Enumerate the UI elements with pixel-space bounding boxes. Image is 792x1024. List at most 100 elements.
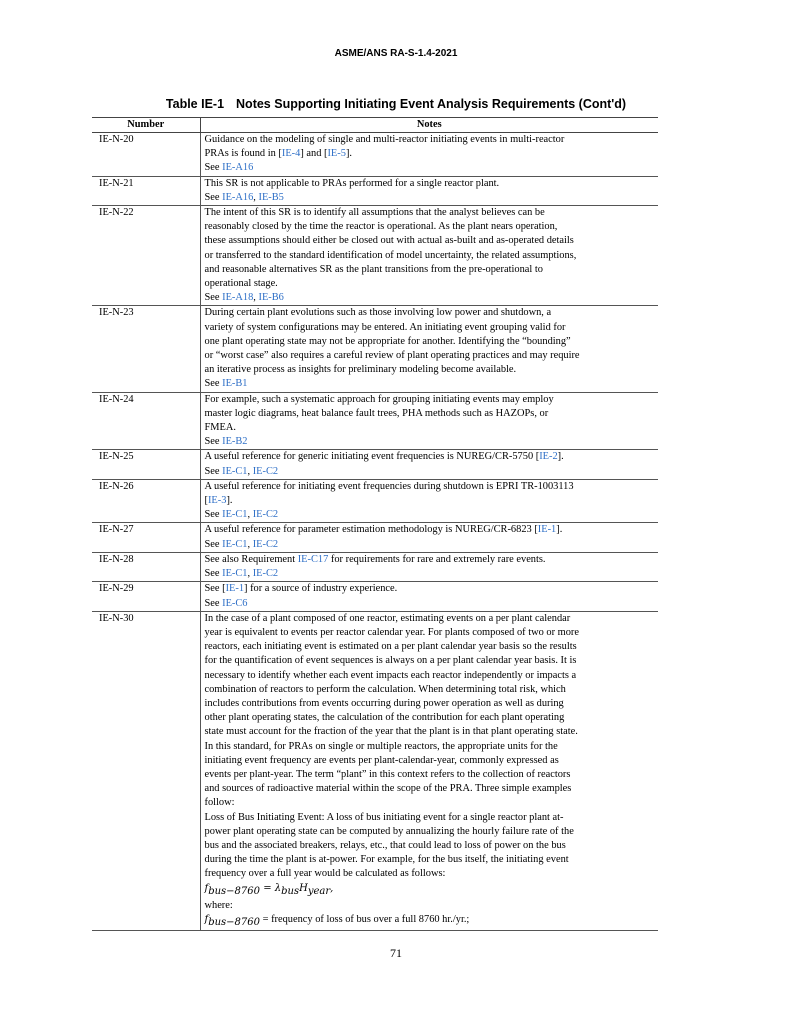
note-line: and reasonable alternatives SR as the pl… <box>204 263 543 275</box>
note-line: See IE-C6 <box>205 597 657 611</box>
cross-reference-link[interactable]: IE-A18 <box>222 292 253 303</box>
cross-reference-link[interactable]: IE-C2 <box>253 539 278 550</box>
note-line: during the time the plant is at-power. F… <box>204 854 569 866</box>
note-text-segment: See <box>204 292 223 304</box>
table-row: IE-N-27 A useful reference for parameter … <box>92 522 658 553</box>
cross-reference-link[interactable]: IE-C6 <box>222 598 247 609</box>
note-line: initiating event frequency are events pe… <box>204 754 559 766</box>
note-text-segment: ] for a source of industry experience. <box>244 583 398 595</box>
note-line: frequency over a full year would be calc… <box>204 868 446 880</box>
note-line: or “worst case” also requires a careful … <box>204 350 580 362</box>
note-number: IE-N-25 <box>92 449 201 480</box>
table-label: Table IE-1 <box>165 97 225 111</box>
note-line: [IE-3]. <box>205 494 657 508</box>
note-line: combination of reactors to perform the c… <box>204 683 566 695</box>
note-line: fbus−8760 = frequency of loss of bus ove… <box>205 913 657 930</box>
note-line: reactors, each initiating event is estim… <box>204 641 577 653</box>
note-line: See IE-A16, IE-B5 <box>205 191 657 205</box>
cross-reference-link[interactable]: IE-2 <box>539 451 557 462</box>
note-line: PRAs is found in [IE-4] and [IE-5]. <box>205 147 657 161</box>
note-text-segment: See <box>204 509 223 521</box>
cross-reference-link[interactable]: IE-1 <box>226 583 244 594</box>
table-row: IE-N-26 A useful reference for initiating… <box>92 479 658 524</box>
cross-reference-link[interactable]: IE-C2 <box>253 466 278 477</box>
note-number: IE-N-23 <box>92 305 201 393</box>
note-line: See [IE-1] for a source of industry expe… <box>205 582 657 596</box>
note-text-segment: ]. <box>556 524 563 536</box>
note-line: This SR is not applicable to PRAs perfor… <box>204 177 500 189</box>
cross-reference-link[interactable]: IE-B2 <box>222 436 247 447</box>
note-text: For example, such a systematic approach … <box>200 392 658 451</box>
note-line: for the quantification of event sequence… <box>204 655 577 667</box>
cross-reference-link[interactable]: IE-C17 <box>298 554 329 565</box>
table-row: IE-N-28 See also Requirement IE-C17 for r… <box>92 552 658 583</box>
note-line: See IE-A18, IE-B6 <box>205 291 657 305</box>
cross-reference-link[interactable]: IE-B6 <box>258 292 283 303</box>
note-line: necessary to identify whether each event… <box>204 669 577 681</box>
table-row: IE-N-21 This SR is not applicable to PRAs… <box>92 176 658 207</box>
note-text: A useful reference for generic initiatin… <box>200 449 658 480</box>
cross-reference-link[interactable]: IE-C1 <box>222 568 247 579</box>
notes-table: Number Notes IE-N-20 Guidance on the mode… <box>92 117 658 932</box>
note-line: includes contributions from events occur… <box>204 697 564 709</box>
note-line: For example, such a systematic approach … <box>204 393 554 405</box>
note-text-segment: See <box>204 436 223 448</box>
note-line: See also Requirement IE-C17 for requirem… <box>205 553 657 567</box>
note-line: and sources of radioactive material with… <box>204 783 572 795</box>
note-number: IE-N-21 <box>92 176 201 207</box>
note-text-segment: See <box>204 465 223 477</box>
cross-reference-link[interactable]: IE-A16 <box>222 162 253 173</box>
cross-reference-link[interactable]: IE-4 <box>282 148 300 159</box>
column-header-notes: Notes <box>200 117 658 133</box>
note-line: See IE-A16 <box>205 161 657 175</box>
cross-reference-link[interactable]: IE-C2 <box>253 568 278 579</box>
math-symbol: H <box>299 882 308 894</box>
note-text-segment: for requirements for rare and extremely … <box>328 553 546 565</box>
note-line: fbus−8760 = λbusHyear, <box>205 882 657 899</box>
note-line: year is equivalent to events per reactor… <box>204 626 580 638</box>
cross-reference-link[interactable]: IE-C1 <box>222 466 247 477</box>
note-text-segment: See [ <box>204 583 226 595</box>
note-text: In the case of a plant composed of one r… <box>200 611 658 932</box>
note-line: these assumptions should either be close… <box>204 235 574 247</box>
note-line: In the case of a plant composed of one r… <box>204 612 571 624</box>
math-subscript: year <box>307 885 331 897</box>
math-symbol: , <box>330 882 334 894</box>
note-line: See IE-C1, IE-C2 <box>205 508 657 522</box>
note-text: A useful reference for initiating event … <box>200 479 658 524</box>
note-text-segment: PRAs is found in [ <box>204 148 282 160</box>
note-text-segment: ]. <box>557 451 564 463</box>
note-number: IE-N-27 <box>92 522 201 553</box>
note-line: See IE-B2 <box>205 435 657 449</box>
note-number: IE-N-22 <box>92 205 201 307</box>
cross-reference-link[interactable]: IE-A16 <box>222 192 253 203</box>
table-row: IE-N-23 During certain plant evolutions s… <box>92 305 658 393</box>
table-row: IE-N-29 See [IE-1] for a source of indust… <box>92 581 658 612</box>
cross-reference-link[interactable]: IE-5 <box>327 148 345 159</box>
note-line: See IE-C1, IE-C2 <box>205 538 657 552</box>
cross-reference-link[interactable]: IE-3 <box>208 495 226 506</box>
note-line: operational stage. <box>204 278 278 290</box>
note-line: reasonably closed by the time the reacto… <box>204 221 558 233</box>
note-line: See IE-C1, IE-C2 <box>205 465 657 479</box>
table-body: IE-N-20 Guidance on the modeling of singl… <box>92 132 658 932</box>
cross-reference-link[interactable]: IE-1 <box>538 524 556 535</box>
note-text-segment: See <box>204 191 223 203</box>
cross-reference-link[interactable]: IE-C1 <box>222 509 247 520</box>
page-number: 71 <box>390 946 402 960</box>
table-title: Table IE-1 Notes Supporting Initiating Ev… <box>0 97 792 111</box>
note-text-segment: See <box>204 378 223 390</box>
note-line: power plant operating state can be compu… <box>204 825 574 837</box>
cross-reference-link[interactable]: IE-C1 <box>222 539 247 550</box>
math-subscript: bus−8760 <box>208 917 261 929</box>
cross-reference-link[interactable]: IE-B5 <box>258 192 283 203</box>
cross-reference-link[interactable]: IE-C2 <box>253 509 278 520</box>
cross-reference-link[interactable]: IE-B1 <box>222 378 247 389</box>
note-number: IE-N-28 <box>92 552 201 583</box>
note-line: one plant operating state may not be app… <box>204 335 571 347</box>
note-line: an iterative process as insights for pre… <box>204 364 517 376</box>
table-row: IE-N-24 For example, such a systematic ap… <box>92 392 658 451</box>
note-line: variety of system configurations may be … <box>204 321 566 333</box>
note-text-segment: See <box>204 162 223 174</box>
note-number: IE-N-26 <box>92 479 201 524</box>
